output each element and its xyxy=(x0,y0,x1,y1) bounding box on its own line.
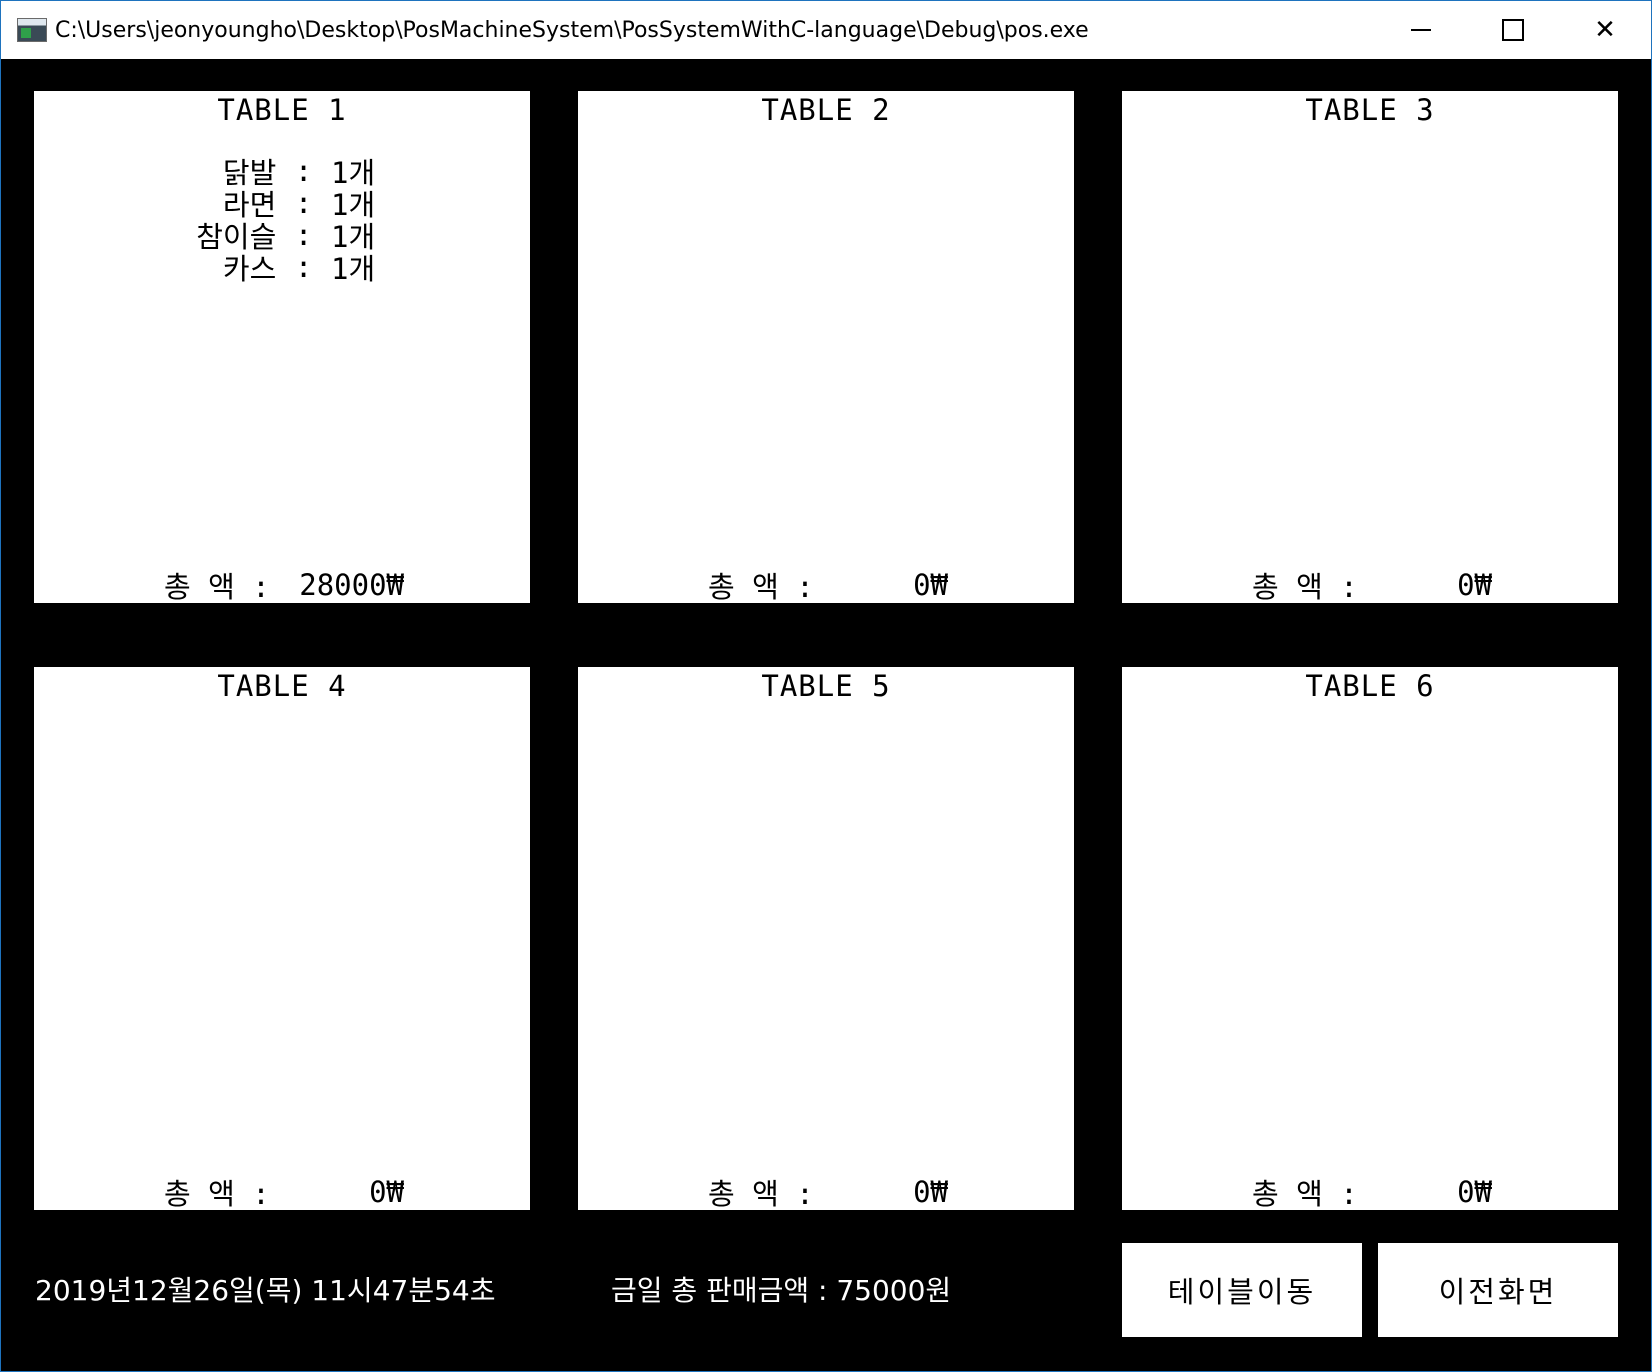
title-bar[interactable]: C:\Users\jeonyoungho\Desktop\PosMachineS… xyxy=(1,1,1651,59)
total-value: 0₩ xyxy=(913,568,948,602)
total-value: 0₩ xyxy=(1457,1175,1492,1209)
maximize-icon xyxy=(1502,19,1524,41)
current-datetime: 2019년12월26일(목) 11시47분54초 xyxy=(35,1274,496,1307)
close-icon: ✕ xyxy=(1594,15,1616,45)
window-title: C:\Users\jeonyoungho\Desktop\PosMachineS… xyxy=(55,17,1089,43)
table-card-2: TABLE 2 총 액 : 0₩ xyxy=(578,91,1074,604)
table-total: 총 액 : 0₩ xyxy=(1122,567,1618,604)
move-table-button[interactable]: 테이블이동 xyxy=(1122,1243,1362,1337)
item-separator: : xyxy=(294,218,313,252)
total-value: 0₩ xyxy=(1457,568,1492,602)
total-label: 총 액 : xyxy=(164,570,270,604)
close-button[interactable]: ✕ xyxy=(1559,1,1651,59)
item-quantity: 1개 xyxy=(331,252,376,286)
item-separator: : xyxy=(294,154,313,188)
table-card-1: TABLE 1 닭발 : 1개 라면 : 1개 참이슬 : 1개 카스 : 1개 xyxy=(34,91,530,604)
table-title: TABLE 5 xyxy=(761,669,891,703)
table-total: 총 액 : 0₩ xyxy=(578,1174,1074,1211)
total-label: 총 액 : xyxy=(1252,1177,1358,1211)
table-title: TABLE 3 xyxy=(1305,93,1435,127)
table-total: 총 액 : 0₩ xyxy=(1122,1174,1618,1211)
table-card-4: TABLE 4 총 액 : 0₩ xyxy=(34,667,530,1211)
total-label: 총 액 : xyxy=(708,1177,814,1211)
item-separator: : xyxy=(294,186,313,220)
table-total: 총 액 : 0₩ xyxy=(34,1174,530,1211)
maximize-button[interactable] xyxy=(1467,1,1559,59)
console-app-icon xyxy=(17,18,47,42)
table-total: 총 액 : 0₩ xyxy=(578,567,1074,604)
table-total: 총 액 : 28000₩ xyxy=(34,567,530,604)
total-value: 28000₩ xyxy=(299,568,404,602)
table-title: TABLE 1 xyxy=(217,93,347,127)
console-window: C:\Users\jeonyoungho\Desktop\PosMachineS… xyxy=(0,0,1652,1372)
item-name: 카스 xyxy=(222,252,277,286)
total-value: 0₩ xyxy=(369,1175,404,1209)
minimize-button[interactable] xyxy=(1375,1,1467,59)
order-item: 카스 : 1개 xyxy=(144,250,404,286)
table-card-6: TABLE 6 총 액 : 0₩ xyxy=(1122,667,1618,1211)
daily-sales-total: 금일 총 판매금액 : 75000원 xyxy=(611,1274,952,1307)
total-label: 총 액 : xyxy=(164,1177,270,1211)
table-card-3: TABLE 3 총 액 : 0₩ xyxy=(1122,91,1618,604)
total-value: 0₩ xyxy=(913,1175,948,1209)
order-item-list: 닭발 : 1개 라면 : 1개 참이슬 : 1개 카스 : 1개 xyxy=(144,154,404,286)
previous-screen-button[interactable]: 이전화면 xyxy=(1378,1243,1618,1337)
total-label: 총 액 : xyxy=(1252,570,1358,604)
minimize-icon xyxy=(1411,29,1431,31)
table-title: TABLE 2 xyxy=(761,93,891,127)
table-title: TABLE 6 xyxy=(1305,669,1435,703)
total-label: 총 액 : xyxy=(708,570,814,604)
table-title: TABLE 4 xyxy=(217,669,347,703)
item-separator: : xyxy=(294,250,313,284)
table-card-5: TABLE 5 총 액 : 0₩ xyxy=(578,667,1074,1211)
